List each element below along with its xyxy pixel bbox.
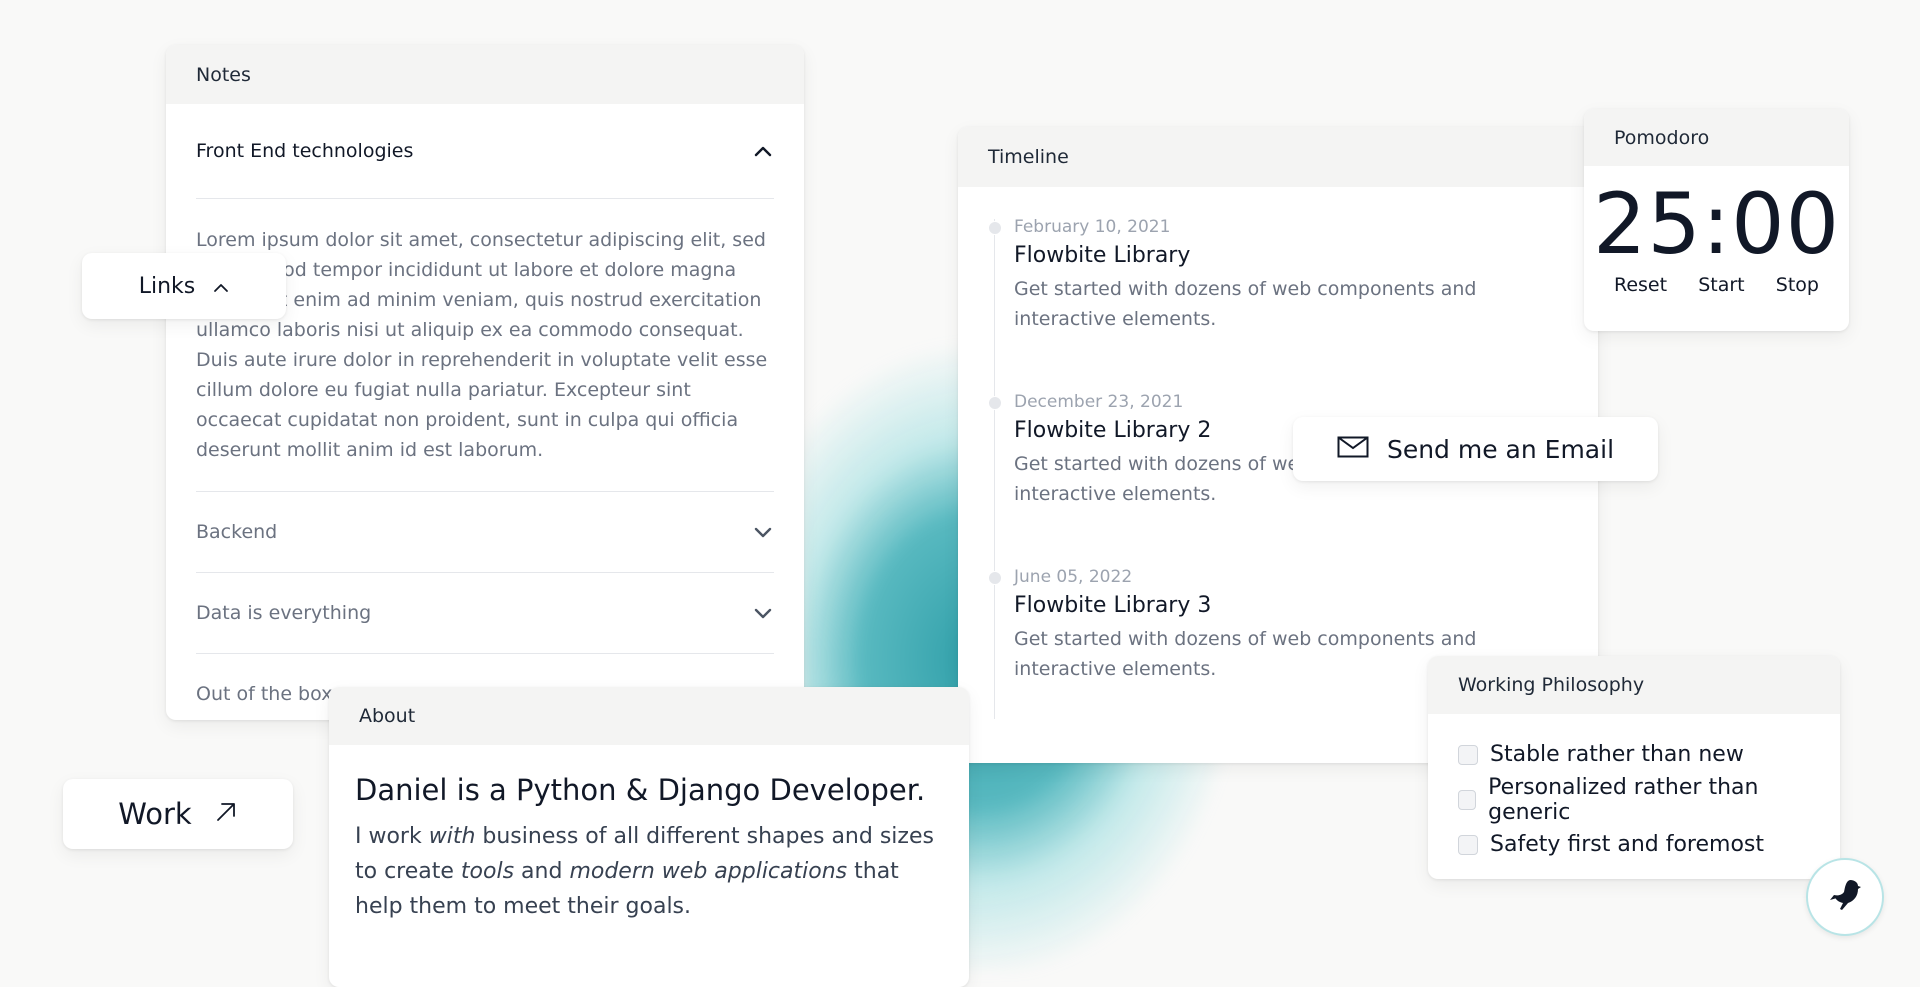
accordion-item-label: Data is everything [196,602,372,624]
chevron-down-icon[interactable] [752,602,774,624]
timeline-dot [988,221,1002,235]
timeline-header: Timeline [958,127,1598,187]
about-text: I work with business of all different sh… [355,819,943,924]
accordion-item-label: Backend [196,521,278,543]
about-text-emphasis: with [428,824,476,849]
checkbox[interactable] [1458,834,1478,855]
accordion-item-backend[interactable]: Backend [196,492,774,573]
timeline-title: Flowbite Library 3 [1014,593,1212,618]
notes-card: Notes Front End technologies Lorem ipsum… [166,45,804,720]
about-headline: Daniel is a Python & Django Developer. [355,773,926,807]
pomodoro-timer: 25:00 [1592,175,1841,273]
start-button[interactable]: Start [1698,274,1744,296]
philosophy-item: Safety first and foremost [1458,822,1810,867]
accordion-item-body: Lorem ipsum dolor sit amet, consectetur … [196,199,774,492]
links-button[interactable]: Links [82,253,286,319]
chevron-up-icon [213,274,229,299]
timeline-dot [988,571,1002,585]
about-text-part: I work [355,824,429,849]
about-text-part: and [514,859,570,884]
work-label: Work [118,797,192,831]
timeline-item: February 10, 2021 Flowbite Library Get s… [988,187,1598,362]
about-body: Daniel is a Python & Django Developer. I… [329,745,969,952]
notes-accordion: Front End technologies Lorem ipsum dolor… [166,104,804,720]
philosophy-card: Working Philosophy Stable rather than ne… [1428,656,1840,879]
checkbox[interactable] [1458,789,1477,810]
chevron-down-icon[interactable] [752,521,774,543]
accordion-item-label: Out of the box [196,683,333,705]
timeline-dot [988,396,1002,410]
about-text-emphasis: modern web applications [569,859,848,884]
philosophy-item-label: Stable rather than new [1490,742,1744,767]
timeline-date: June 05, 2022 [1014,567,1133,587]
links-label: Links [138,273,196,299]
timeline-title: Flowbite Library [1014,243,1191,268]
checkbox[interactable] [1458,744,1478,765]
accordion-item-label: Front End technologies [196,140,414,162]
philosophy-item-label: Personalized rather than generic [1488,774,1759,825]
work-button[interactable]: Work [63,779,293,849]
philosophy-header: Working Philosophy [1428,656,1840,714]
philosophy-item: Stable rather than new [1458,732,1810,777]
timeline-date: February 10, 2021 [1014,217,1171,237]
pomodoro-card: Pomodoro 25:00 Reset Start Stop [1584,109,1849,331]
send-email-label: Send me an Email [1386,434,1615,464]
arrow-up-right-icon [214,797,238,831]
accordion-item-front-end[interactable]: Front End technologies [196,104,774,199]
timeline-desc: Get started with dozens of web component… [1014,278,1477,330]
envelope-icon [1337,435,1369,464]
send-email-button[interactable]: Send me an Email [1293,417,1658,481]
philosophy-list: Stable rather than new Personalized rath… [1428,714,1840,879]
notes-header: Notes [166,45,804,104]
pomodoro-controls: Reset Start Stop [1584,274,1849,296]
bird-fab-button[interactable] [1806,858,1884,936]
pomodoro-header: Pomodoro [1584,109,1849,166]
bird-icon [1828,876,1862,918]
about-header: About [329,687,969,745]
timeline-date: December 23, 2021 [1014,392,1184,412]
stop-button[interactable]: Stop [1776,274,1819,296]
about-text-emphasis: tools [460,859,515,884]
about-card: About Daniel is a Python & Django Develo… [329,687,969,987]
chevron-up-icon[interactable] [752,140,774,162]
philosophy-item-label: Safety first and foremost [1490,832,1765,857]
philosophy-item: Personalized rather than generic [1458,774,1810,825]
reset-button[interactable]: Reset [1614,274,1667,296]
accordion-item-data[interactable]: Data is everything [196,573,774,654]
